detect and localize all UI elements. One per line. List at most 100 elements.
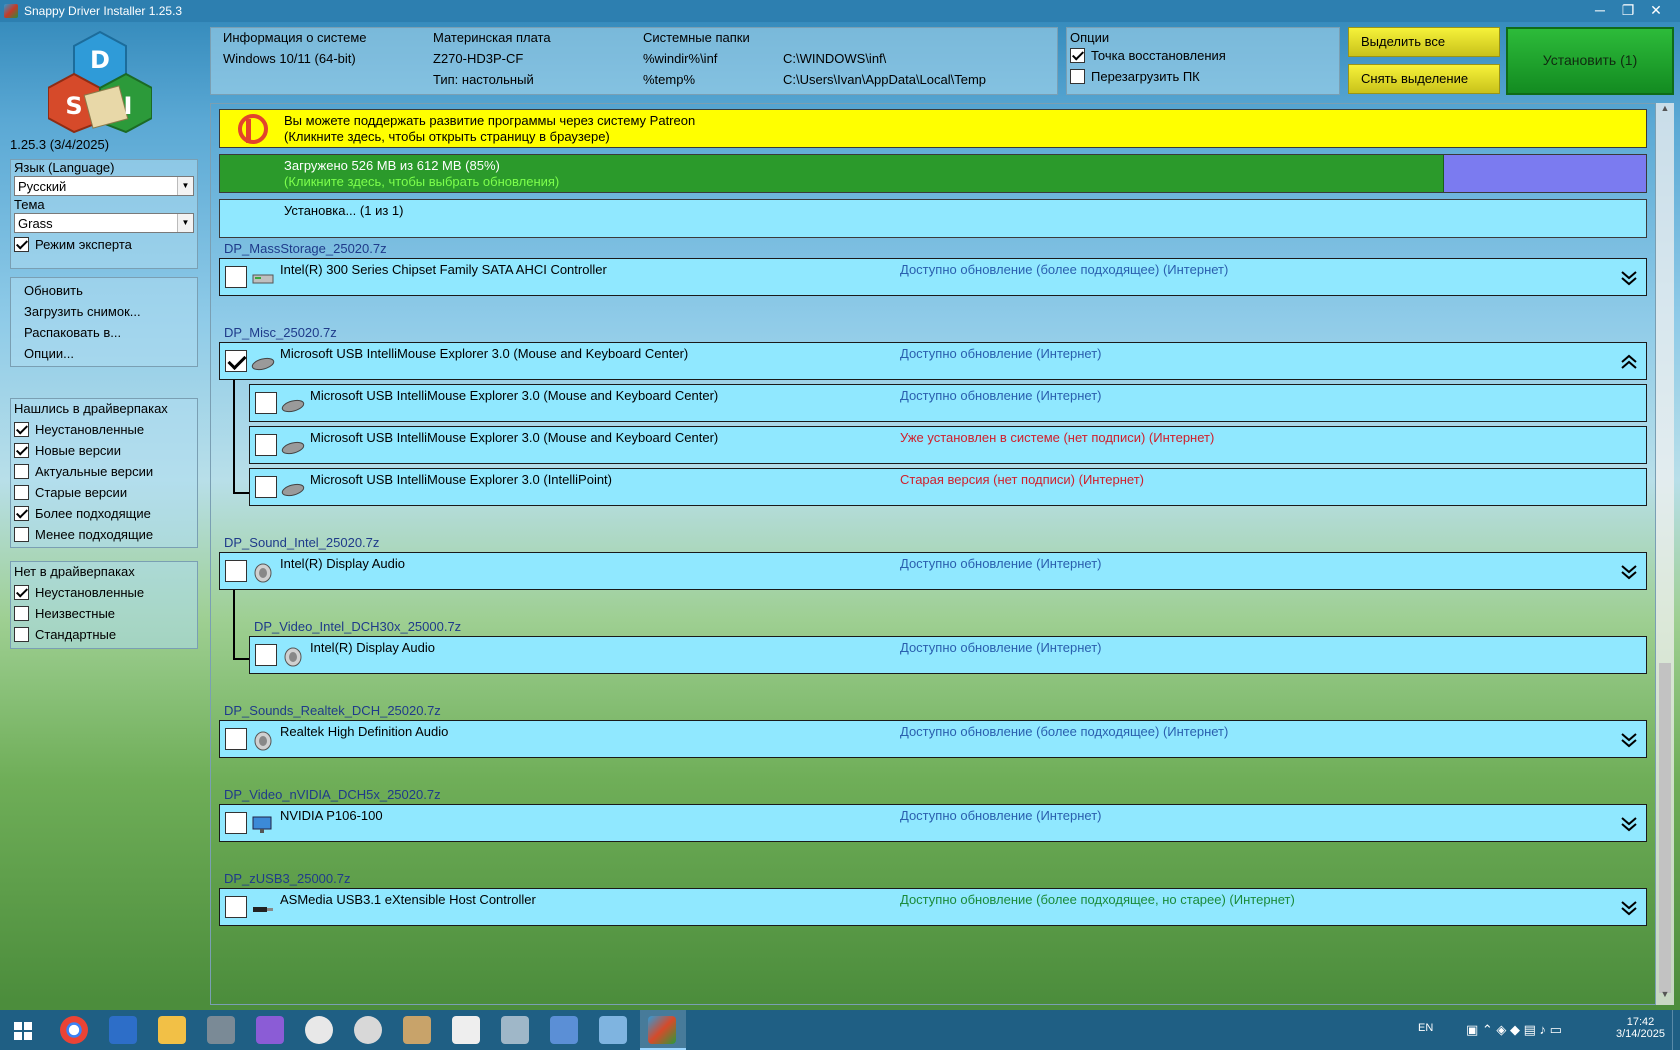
temp-path[interactable]: C:\Users\Ivan\AppData\Local\Temp (783, 72, 986, 87)
driver-checkbox[interactable] (255, 476, 277, 498)
checkbox-icon[interactable] (14, 627, 29, 642)
visual-studio-icon[interactable] (256, 1016, 284, 1044)
checkbox-icon[interactable] (1070, 48, 1085, 63)
scroll-down-icon[interactable]: ▼ (1656, 989, 1674, 1005)
windir-path[interactable]: C:\WINDOWS\inf\ (783, 51, 886, 66)
picture-app-icon[interactable] (599, 1016, 627, 1044)
restore-point-checkbox[interactable]: Точка восстановления (1067, 45, 1339, 66)
driver-checkbox[interactable] (225, 266, 247, 288)
driver-name: ASMedia USB3.1 eXtensible Host Controlle… (280, 892, 536, 907)
windows-start-icon[interactable] (14, 1022, 32, 1040)
chevron-down-icon[interactable] (1620, 732, 1638, 748)
driver-checkbox[interactable] (225, 896, 247, 918)
driver-row[interactable]: Intel(R) Display Audio Доступно обновлени… (219, 552, 1647, 590)
chevron-up-icon[interactable] (1620, 354, 1638, 370)
install-button[interactable]: Установить (1) (1506, 27, 1674, 95)
checkbox-icon[interactable] (14, 485, 29, 500)
driver-row[interactable]: Microsoft USB IntelliMouse Explorer 3.0 … (249, 384, 1647, 422)
filter-older[interactable]: Старые версии (11, 482, 197, 503)
vertical-scrollbar[interactable]: ▲ ▼ (1656, 103, 1674, 1005)
driver-row[interactable]: Realtek High Definition Audio Доступно об… (219, 720, 1647, 758)
filter-standard[interactable]: Стандартные (11, 624, 197, 645)
checkbox-icon[interactable] (14, 464, 29, 479)
driver-checkbox[interactable] (225, 728, 247, 750)
driver-name: Microsoft USB IntelliMouse Explorer 3.0 … (310, 430, 719, 445)
checkbox-icon[interactable] (14, 606, 29, 621)
chevron-down-icon[interactable]: ▼ (177, 177, 193, 195)
scroll-up-icon[interactable]: ▲ (1656, 103, 1674, 119)
reboot-checkbox[interactable]: Перезагрузить ПК (1067, 66, 1339, 87)
taskbar: EN ▣ ⌃ ◈ ◆ ▤ ♪ ▭ 17:42 3/14/2025 (0, 1010, 1680, 1050)
filter-worse[interactable]: Менее подходящие (11, 524, 197, 545)
filter-nf-not-installed[interactable]: Неустановленные (11, 582, 197, 603)
driver-checkbox[interactable] (225, 560, 247, 582)
checkbox-icon[interactable] (14, 585, 29, 600)
deselect-button[interactable]: Снять выделение (1348, 64, 1500, 94)
driver-row[interactable]: Microsoft USB IntelliMouse Explorer 3.0 … (219, 342, 1647, 380)
menu-refresh[interactable]: Обновить (11, 280, 197, 301)
folder-icon[interactable] (158, 1016, 186, 1044)
fox-app-icon[interactable] (452, 1016, 480, 1044)
scroll-thumb[interactable] (1659, 663, 1671, 993)
close-button[interactable]: ✕ (1642, 0, 1670, 22)
chevron-down-icon[interactable] (1620, 816, 1638, 832)
photos-icon[interactable] (305, 1016, 333, 1044)
menu-extract-to[interactable]: Распаковать в... (11, 322, 197, 343)
checkbox-icon[interactable] (14, 527, 29, 542)
clock-icon[interactable] (354, 1016, 382, 1044)
minimize-button[interactable]: ─ (1586, 0, 1614, 22)
calculator-icon[interactable] (207, 1016, 235, 1044)
paint-icon[interactable] (403, 1016, 431, 1044)
filter-not-installed[interactable]: Неустановленные (11, 419, 197, 440)
chevron-down-icon[interactable] (1620, 564, 1638, 580)
expert-mode-checkbox[interactable]: Режим эксперта (11, 234, 197, 255)
checkbox-icon[interactable] (14, 237, 29, 252)
chevron-down-icon[interactable] (1620, 270, 1638, 286)
checkbox-icon[interactable] (1070, 69, 1085, 84)
show-desktop-button[interactable] (1672, 1010, 1680, 1050)
driver-row[interactable]: Microsoft USB IntelliMouse Explorer 3.0 … (249, 426, 1647, 464)
chrome-icon[interactable] (60, 1016, 88, 1044)
language-select[interactable]: Русский ▼ (14, 176, 194, 196)
maximize-button[interactable]: ❐ (1614, 0, 1642, 22)
save-app-icon[interactable] (109, 1016, 137, 1044)
sdi-taskbar-icon[interactable] (648, 1016, 676, 1044)
image-viewer-icon[interactable] (501, 1016, 529, 1044)
menu-options[interactable]: Опции... (11, 343, 197, 364)
progress-hint: (Кликните здесь, чтобы выбрать обновлени… (284, 174, 560, 189)
driver-checkbox[interactable] (255, 644, 277, 666)
filter-unknown[interactable]: Неизвестные (11, 603, 197, 624)
driver-row[interactable]: Intel(R) Display Audio Доступно обновлени… (249, 636, 1647, 674)
select-all-button[interactable]: Выделить все (1348, 27, 1500, 57)
filter-better[interactable]: Более подходящие (11, 503, 197, 524)
menu-load-snapshot[interactable]: Загрузить снимок... (11, 301, 197, 322)
checkbox-icon[interactable] (14, 506, 29, 521)
filter-newer[interactable]: Новые версии (11, 440, 197, 461)
driver-checkbox[interactable] (225, 812, 247, 834)
driver-checkbox[interactable] (255, 392, 277, 414)
clock[interactable]: 17:42 3/14/2025 (1616, 1016, 1665, 1040)
driver-row[interactable]: Microsoft USB IntelliMouse Explorer 3.0 … (249, 468, 1647, 506)
patreon-banner[interactable]: Вы можете поддержать развитие программы … (219, 109, 1647, 148)
checkbox-icon[interactable] (14, 443, 29, 458)
theme-select[interactable]: Grass ▼ (14, 213, 194, 233)
driver-checkbox[interactable] (225, 350, 247, 372)
language-indicator[interactable]: EN (1418, 1022, 1433, 1034)
driver-row[interactable]: Intel(R) 300 Series Chipset Family SATA … (219, 258, 1647, 296)
driver-status: Доступно обновление (более подходящее, н… (900, 892, 1295, 907)
checkbox-icon[interactable] (14, 422, 29, 437)
tray-icons[interactable]: ▣ ⌃ ◈ ◆ ▤ ♪ ▭ (1466, 1022, 1562, 1038)
filter-current[interactable]: Актуальные версии (11, 461, 197, 482)
filter-label: Менее подходящие (35, 527, 154, 542)
driver-checkbox[interactable] (255, 434, 277, 456)
driver-row[interactable]: NVIDIA P106-100 Доступно обновление (Инте… (219, 804, 1647, 842)
notepad-icon[interactable] (550, 1016, 578, 1044)
driver-status: Доступно обновление (Интернет) (900, 556, 1102, 571)
language-panel: Язык (Language) Русский ▼ Тема Grass ▼ Реж… (10, 159, 198, 269)
group-header: DP_zUSB3_25000.7z (224, 871, 351, 886)
driver-name: Microsoft USB IntelliMouse Explorer 3.0 … (310, 472, 613, 487)
chevron-down-icon[interactable] (1620, 900, 1638, 916)
download-progress[interactable]: Загружено 526 MB из 612 MB (85%) (Кликни… (219, 154, 1647, 193)
driver-row[interactable]: ASMedia USB3.1 eXtensible Host Controlle… (219, 888, 1647, 926)
chevron-down-icon[interactable]: ▼ (177, 214, 193, 232)
